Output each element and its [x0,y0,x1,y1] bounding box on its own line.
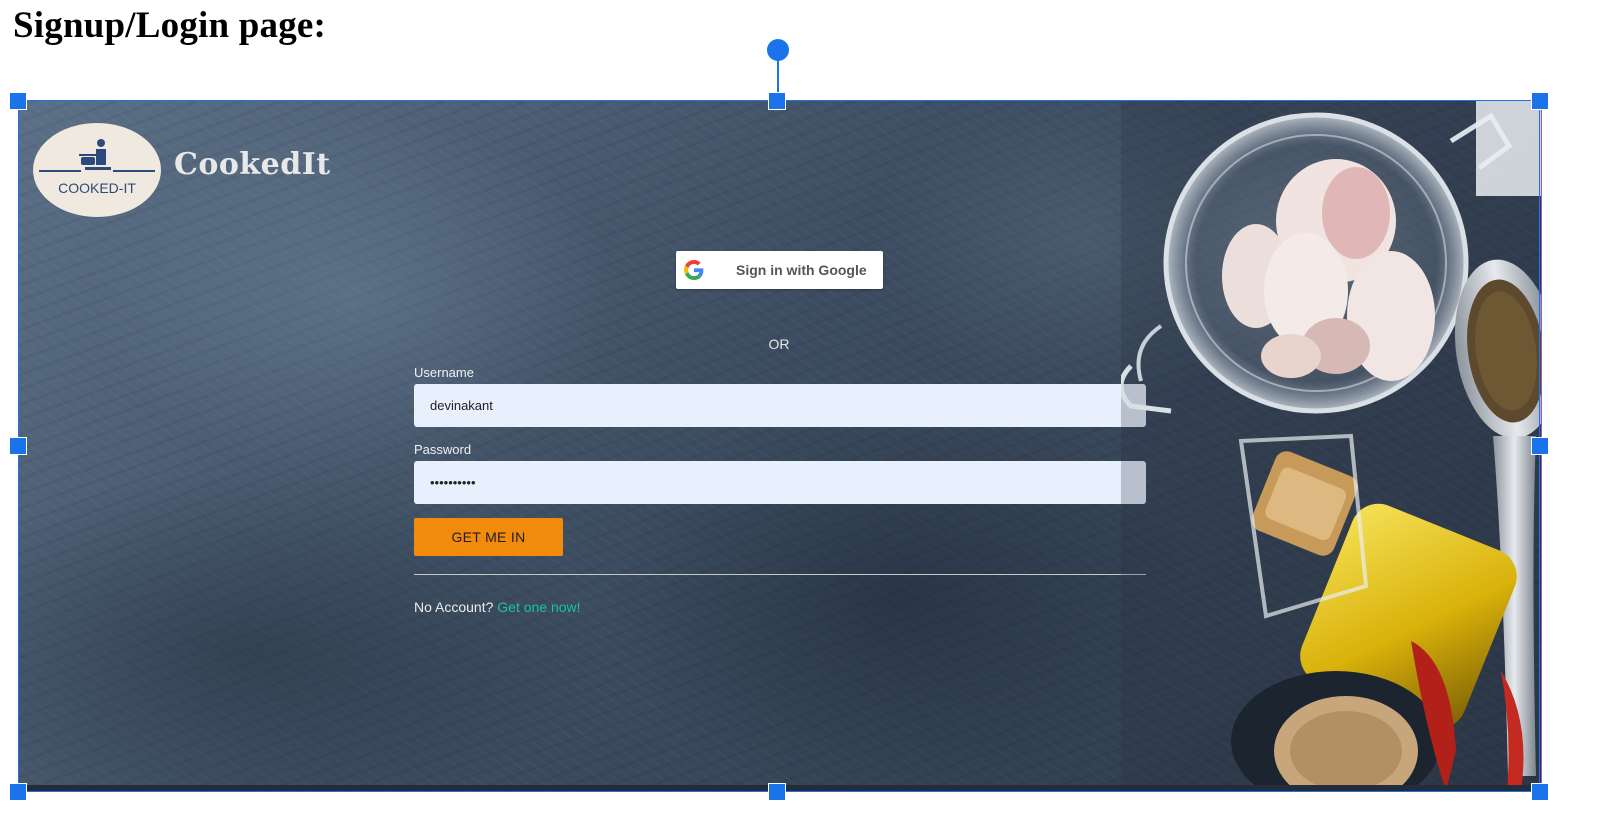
login-form: Username Password GET ME IN No Account? … [414,365,1146,615]
resize-handle-top-left[interactable] [9,92,27,110]
brand-name: CookedIt [174,147,331,182]
username-label: Username [414,365,474,380]
embedded-screenshot[interactable]: COOKED-IT CookedIt Sign in with Google O… [18,101,1542,791]
google-g-icon [684,260,704,280]
or-separator: OR [768,336,790,352]
resize-handle-middle-left[interactable] [9,437,27,455]
resize-handle-top-right[interactable] [1531,92,1549,110]
password-input[interactable] [414,461,1146,504]
resize-handle-bottom-center[interactable] [768,783,786,801]
signup-prompt-line: No Account? Get one now! [414,599,1146,615]
resize-handle-middle-right[interactable] [1531,437,1549,455]
google-signin-label: Sign in with Google [736,262,867,278]
logo-emblem-icon: COOKED-IT [39,139,155,196]
resize-handle-bottom-left[interactable] [9,783,27,801]
svg-text:COOKED-IT: COOKED-IT [58,180,136,196]
signup-prompt: No Account? [414,599,494,615]
username-input[interactable] [414,384,1146,427]
app-logo: COOKED-IT [33,123,161,217]
kitchen-ingredients-image [1121,101,1541,791]
resize-handle-bottom-right[interactable] [1531,783,1549,801]
form-divider [414,574,1146,575]
google-signin-button[interactable]: Sign in with Google [676,251,883,289]
signup-link[interactable]: Get one now! [497,599,580,615]
get-me-in-button[interactable]: GET ME IN [414,518,563,556]
resize-handle-top-center[interactable] [768,92,786,110]
password-label: Password [414,442,472,457]
document-heading: Signup/Login page: [13,5,327,46]
